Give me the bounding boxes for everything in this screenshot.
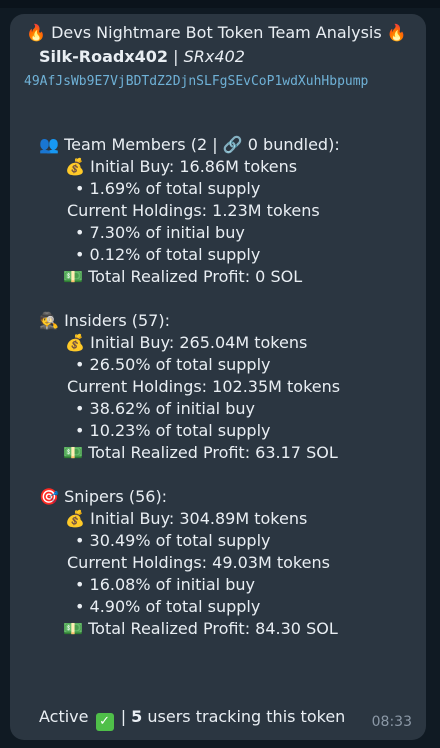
- insiders-initial-buy: 💰 Initial Buy: 265.04M tokens: [65, 333, 308, 352]
- snipers-profit: 💵 Total Realized Profit: 84.30 SOL: [63, 619, 338, 638]
- message-bubble[interactable]: 🔥 Devs Nightmare Bot Token Team Analysis…: [10, 14, 426, 740]
- token-pair: Silk-Roadx402 | SRx402: [39, 47, 245, 67]
- link-icon: 🔗: [222, 135, 243, 154]
- team-heading: 👥 Team Members (2 | 🔗 0 bundled):: [39, 135, 340, 154]
- team-holdings-pct-supply: • 0.12% of total supply: [75, 245, 261, 264]
- tracking-status: Active ✓ | 5 users tracking this token: [39, 707, 345, 731]
- pair-separator: |: [173, 47, 179, 66]
- cash-icon: 💵: [63, 267, 83, 286]
- message-time: 08:33: [371, 714, 412, 730]
- message-title: 🔥 Devs Nightmare Bot Token Team Analysis…: [26, 23, 407, 43]
- title-text: Devs Nightmare Bot Token Team Analysis: [51, 23, 382, 42]
- snipers-holdings: Current Holdings: 49.03M tokens: [67, 553, 330, 572]
- status-separator: |: [120, 707, 127, 726]
- snipers-holdings-pct-supply: • 4.90% of total supply: [75, 597, 261, 616]
- check-icon: ✓: [95, 713, 114, 731]
- tracking-text: users tracking this token: [147, 707, 346, 726]
- fire-icon: 🔥: [26, 23, 46, 42]
- insiders-profit: 💵 Total Realized Profit: 63.17 SOL: [63, 443, 338, 462]
- insiders-holdings-pct-supply: • 10.23% of total supply: [75, 421, 271, 440]
- fire-icon: 🔥: [386, 23, 407, 42]
- snipers-initial-pct: • 30.49% of total supply: [75, 531, 271, 550]
- insiders-heading: 🕵️ Insiders (57):: [39, 311, 170, 330]
- top-bar: [0, 0, 440, 8]
- status-label: Active: [39, 707, 89, 726]
- token-ticker: SRx402: [183, 47, 245, 66]
- snipers-holdings-pct-initial: • 16.08% of initial buy: [75, 575, 255, 594]
- insiders-holdings-pct-initial: • 38.62% of initial buy: [75, 399, 255, 418]
- team-profit: 💵 Total Realized Profit: 0 SOL: [63, 267, 303, 286]
- team-holdings: Current Holdings: 1.23M tokens: [67, 201, 320, 220]
- snipers-initial-buy: 💰 Initial Buy: 304.89M tokens: [65, 509, 308, 528]
- snipers-heading: 🎯 Snipers (56):: [39, 487, 168, 506]
- target-icon: 🎯: [39, 487, 59, 506]
- contract-address[interactable]: 49AfJsWb9E7VjBDTdZ2DjnSLFgSEvCoP1wdXuhHb…: [24, 71, 414, 93]
- detective-icon: 🕵️: [39, 311, 59, 330]
- team-initial-pct: • 1.69% of total supply: [75, 179, 261, 198]
- money-bag-icon: 💰: [65, 157, 85, 176]
- insiders-initial-pct: • 26.50% of total supply: [75, 355, 271, 374]
- team-holdings-pct-initial: • 7.30% of initial buy: [75, 223, 245, 242]
- cash-icon: 💵: [63, 619, 83, 638]
- team-icon: 👥: [39, 135, 59, 154]
- insiders-holdings: Current Holdings: 102.35M tokens: [67, 377, 341, 396]
- money-bag-icon: 💰: [65, 509, 85, 528]
- team-initial-buy: 💰 Initial Buy: 16.86M tokens: [65, 157, 298, 176]
- tracker-count: 5: [131, 707, 143, 726]
- money-bag-icon: 💰: [65, 333, 85, 352]
- token-name: Silk-Roadx402: [39, 47, 169, 66]
- cash-icon: 💵: [63, 443, 83, 462]
